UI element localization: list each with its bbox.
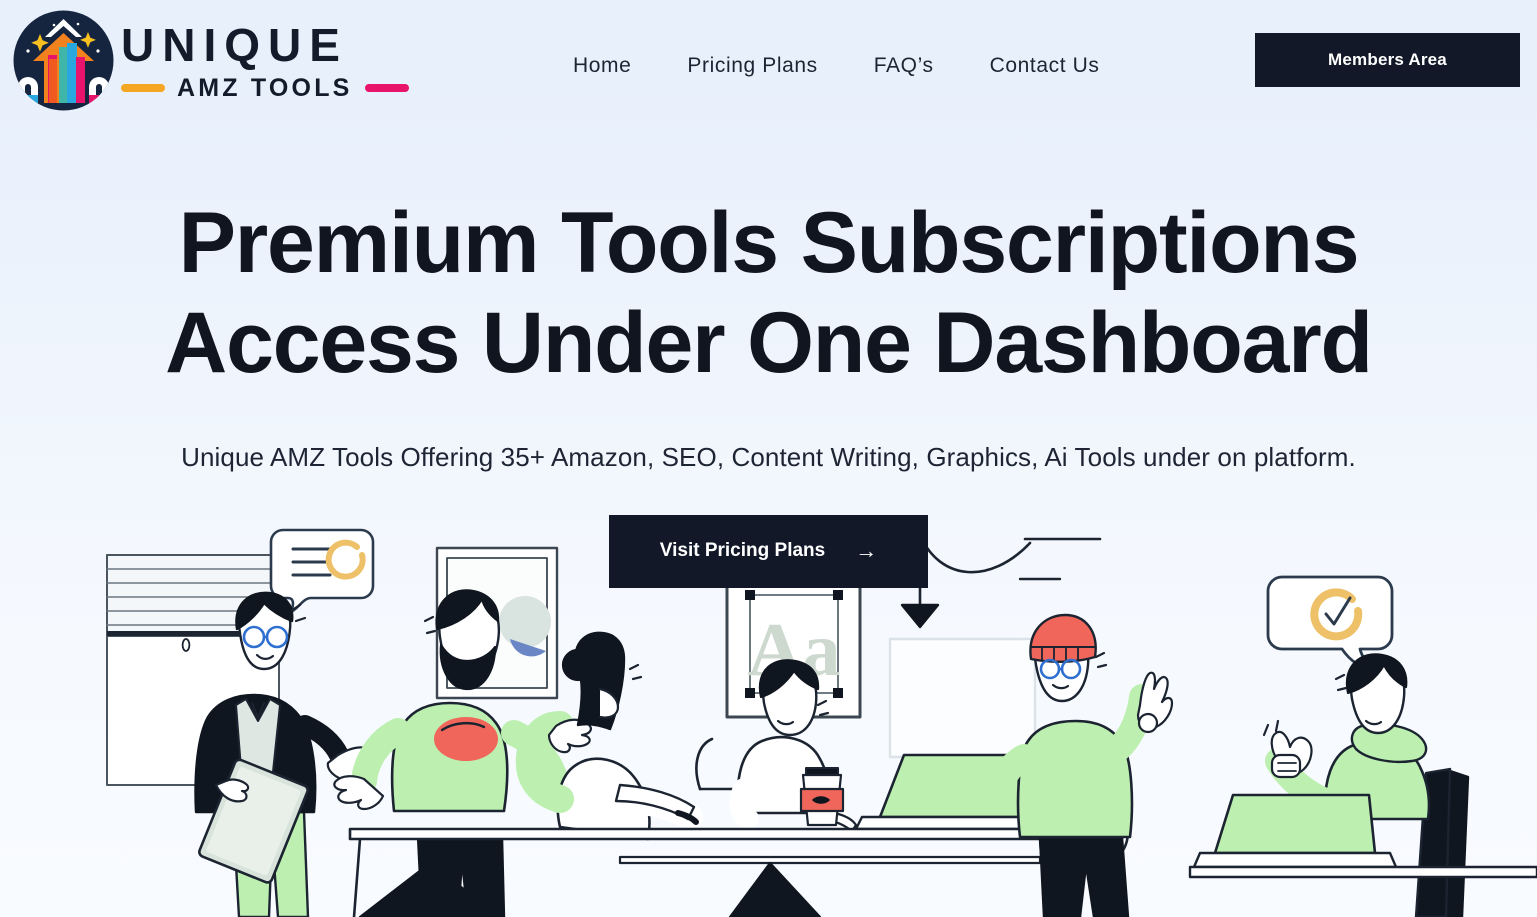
cta-label: Visit Pricing Plans	[659, 540, 826, 561]
brand-dash-right-icon	[364, 84, 409, 92]
page-root: UNIQUE AMZ TOOLS Home Pricing Plans FAQ’…	[0, 0, 1537, 917]
brand-subtitle-row: AMZ TOOLS	[121, 73, 409, 102]
person-thumbs-up-laptop	[1188, 653, 1537, 917]
whiteboard	[888, 637, 1037, 759]
hero-heading-line-2: Access Under One Dashboard	[165, 294, 1373, 391]
nav-item-contact-us[interactable]: Contact Us	[962, 48, 1128, 84]
nav-item-faqs[interactable]: FAQ’s	[846, 48, 962, 84]
hero-section: Premium Tools Subscriptions Access Under…	[0, 122, 1537, 588]
hero-subtitle: Unique AMZ Tools Offering 35+ Amazon, SE…	[181, 441, 1356, 472]
site-header: UNIQUE AMZ TOOLS Home Pricing Plans FAQ’…	[0, 0, 1537, 122]
brand-wordmark: UNIQUE AMZ TOOLS	[121, 20, 409, 101]
coffee-cup	[799, 767, 845, 827]
growth-chart-badge-icon	[10, 7, 117, 114]
hero-heading-line-1: Premium Tools Subscriptions	[178, 195, 1360, 291]
arrow-right-icon: →	[855, 538, 878, 563]
brand-name: UNIQUE	[121, 18, 348, 71]
brand-dash-left-icon	[121, 84, 165, 92]
main-navigation: Home Pricing Plans FAQ’s Contact Us	[545, 48, 1127, 84]
visit-pricing-plans-button[interactable]: Visit Pricing Plans →	[609, 514, 928, 588]
members-area-button[interactable]: Members Area	[1255, 33, 1520, 87]
page-title: Premium Tools Subscriptions Access Under…	[129, 122, 1409, 394]
nav-item-home[interactable]: Home	[545, 48, 659, 84]
brand-logo[interactable]: UNIQUE AMZ TOOLS	[10, 4, 409, 116]
hero-cta-wrapper: Visit Pricing Plans →	[0, 514, 1537, 588]
brand-subtitle: AMZ TOOLS	[177, 73, 353, 102]
nav-item-pricing-plans[interactable]: Pricing Plans	[659, 48, 845, 84]
